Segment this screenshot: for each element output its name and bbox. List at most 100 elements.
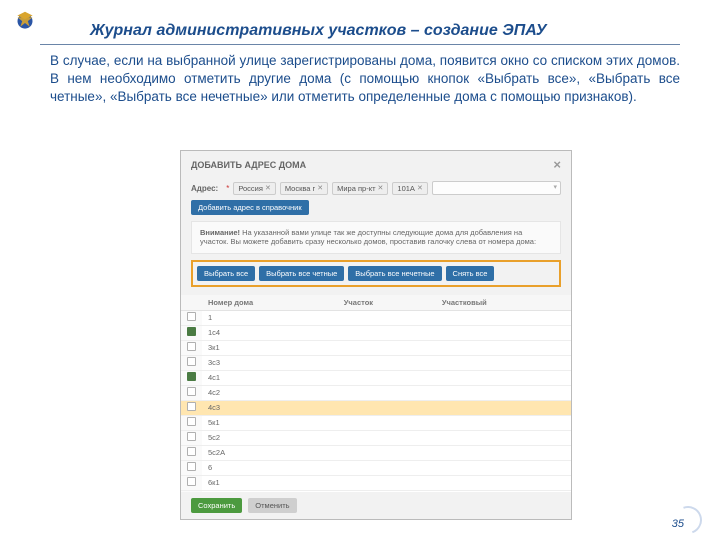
cell-sector <box>338 460 436 475</box>
row-highlight-marker <box>180 401 181 415</box>
row-checkbox[interactable] <box>187 327 196 336</box>
cell-sector <box>338 385 436 400</box>
row-checkbox[interactable] <box>187 342 196 351</box>
row-checkbox-cell[interactable] <box>181 325 202 340</box>
cell-officer <box>436 430 571 445</box>
row-checkbox-cell[interactable] <box>181 475 202 490</box>
cell-officer <box>436 325 571 340</box>
row-checkbox[interactable] <box>187 462 196 471</box>
table-row[interactable]: 5к1 <box>181 415 571 430</box>
address-dropdown[interactable] <box>432 181 561 195</box>
address-chip-city[interactable]: Москва г✕ <box>280 182 328 195</box>
save-button[interactable]: Сохранить <box>191 498 242 513</box>
table-row[interactable]: 6 <box>181 460 571 475</box>
row-checkbox-cell[interactable] <box>181 445 202 460</box>
table-row[interactable]: 1 <box>181 310 571 325</box>
selection-button-bar: Выбрать все Выбрать все четные Выбрать в… <box>191 260 561 287</box>
cell-house-number: 4с3 <box>202 400 338 415</box>
row-checkbox-cell[interactable] <box>181 430 202 445</box>
table-row[interactable]: 4с3 <box>181 400 571 415</box>
cell-officer <box>436 310 571 325</box>
cancel-button[interactable]: Отменить <box>248 498 296 513</box>
cell-sector <box>338 370 436 385</box>
table-row[interactable]: 6к1 <box>181 475 571 490</box>
close-icon[interactable]: × <box>553 157 561 172</box>
cell-house-number: 5с2А <box>202 445 338 460</box>
table-row[interactable]: 4с2 <box>181 385 571 400</box>
cell-house-number: 1с4 <box>202 325 338 340</box>
notice-bold: Внимание! <box>200 228 240 237</box>
page-title: Журнал административных участков – созда… <box>90 22 547 40</box>
cell-sector <box>338 445 436 460</box>
clear-all-button[interactable]: Снять все <box>446 266 495 281</box>
row-checkbox-cell[interactable] <box>181 460 202 475</box>
col-house-number: Номер дома <box>202 295 338 311</box>
row-checkbox[interactable] <box>187 477 196 486</box>
mvd-emblem-icon <box>10 8 40 38</box>
row-checkbox-cell[interactable] <box>181 340 202 355</box>
add-to-directory-button[interactable]: Добавить адрес в справочник <box>191 200 309 215</box>
table-row[interactable]: 3к1 <box>181 340 571 355</box>
row-checkbox[interactable] <box>187 447 196 456</box>
row-checkbox[interactable] <box>187 387 196 396</box>
page-number: 35 <box>672 518 684 530</box>
cell-officer <box>436 400 571 415</box>
row-checkbox[interactable] <box>187 357 196 366</box>
chip-remove-icon[interactable]: ✕ <box>265 184 271 192</box>
row-checkbox[interactable] <box>187 312 196 321</box>
cell-sector <box>338 475 436 490</box>
address-label: Адрес: <box>191 184 218 193</box>
dialog-footer: Сохранить Отменить <box>181 492 571 519</box>
table-row[interactable]: 3с3 <box>181 355 571 370</box>
row-checkbox[interactable] <box>187 417 196 426</box>
row-checkbox-cell[interactable] <box>181 310 202 325</box>
notice-box: Внимание! На указанной вами улице так же… <box>191 221 561 254</box>
dialog-title: ДОБАВИТЬ АДРЕС ДОМА <box>191 160 306 170</box>
cell-sector <box>338 415 436 430</box>
address-chip-street[interactable]: Мира пр-кт✕ <box>332 182 388 195</box>
col-sector: Участок <box>338 295 436 311</box>
row-checkbox[interactable] <box>187 402 196 411</box>
table-row[interactable]: 4с1 <box>181 370 571 385</box>
title-underline <box>40 44 680 45</box>
cell-house-number: 3к1 <box>202 340 338 355</box>
cell-officer <box>436 370 571 385</box>
row-checkbox-cell[interactable] <box>181 400 202 415</box>
select-odd-button[interactable]: Выбрать все нечетные <box>348 266 441 281</box>
cell-sector <box>338 325 436 340</box>
select-all-button[interactable]: Выбрать все <box>197 266 255 281</box>
cell-officer <box>436 340 571 355</box>
chip-remove-icon[interactable]: ✕ <box>417 184 423 192</box>
row-checkbox[interactable] <box>187 432 196 441</box>
chip-remove-icon[interactable]: ✕ <box>378 184 384 192</box>
cell-sector <box>338 340 436 355</box>
select-even-button[interactable]: Выбрать все четные <box>259 266 344 281</box>
required-mark: * <box>226 184 229 193</box>
cell-sector <box>338 310 436 325</box>
row-checkbox-cell[interactable] <box>181 415 202 430</box>
checkbox-column-header <box>181 295 202 311</box>
cell-house-number: 5к1 <box>202 415 338 430</box>
row-checkbox[interactable] <box>187 372 196 381</box>
col-officer: Участковый <box>436 295 571 311</box>
houses-table: Номер дома Участок Участковый 11с43к13с3… <box>181 295 571 520</box>
cell-officer <box>436 385 571 400</box>
cell-house-number: 1 <box>202 310 338 325</box>
cell-officer <box>436 415 571 430</box>
cell-house-number: 6 <box>202 460 338 475</box>
notice-text: На указанной вами улице так же доступны … <box>200 228 536 246</box>
cell-officer <box>436 475 571 490</box>
row-checkbox-cell[interactable] <box>181 385 202 400</box>
chip-remove-icon[interactable]: ✕ <box>317 184 323 192</box>
cell-house-number: 4с2 <box>202 385 338 400</box>
table-row[interactable]: 5с2 <box>181 430 571 445</box>
row-checkbox-cell[interactable] <box>181 370 202 385</box>
cell-officer <box>436 445 571 460</box>
table-row[interactable]: 1с4 <box>181 325 571 340</box>
cell-officer <box>436 355 571 370</box>
address-chip-country[interactable]: Россия✕ <box>233 182 275 195</box>
cell-sector <box>338 400 436 415</box>
address-chip-house[interactable]: 101А✕ <box>392 182 427 195</box>
row-checkbox-cell[interactable] <box>181 355 202 370</box>
table-row[interactable]: 5с2А <box>181 445 571 460</box>
